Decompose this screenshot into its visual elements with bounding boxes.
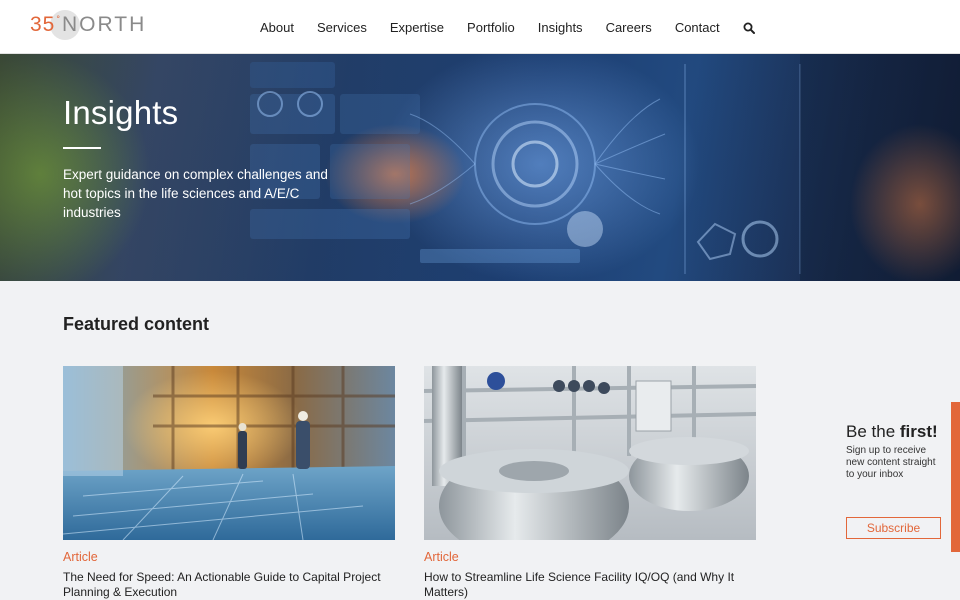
- site-header: 35 ° NORTH About Services Expertise Port…: [0, 0, 960, 54]
- logo-word: NORTH: [61, 13, 147, 36]
- page-title: Insights: [63, 94, 179, 131]
- nav-contact[interactable]: Contact: [675, 20, 720, 35]
- main-nav: About Services Expertise Portfolio Insig…: [260, 0, 755, 54]
- card-title-link[interactable]: The Need for Speed: An Actionable Guide …: [63, 570, 395, 600]
- subscribe-title-light: Be the: [846, 422, 896, 441]
- nav-expertise[interactable]: Expertise: [390, 20, 444, 35]
- nav-about[interactable]: About: [260, 20, 294, 35]
- featured-heading: Featured content: [63, 314, 209, 335]
- subscribe-button[interactable]: Subscribe: [846, 517, 941, 539]
- featured-card[interactable]: Article How to Streamline Life Science F…: [424, 366, 756, 600]
- search-icon[interactable]: [743, 21, 755, 34]
- nav-services[interactable]: Services: [317, 20, 367, 35]
- card-type-label: Article: [424, 550, 459, 564]
- page-subtitle: Expert guidance on complex challenges an…: [63, 167, 328, 220]
- subscribe-title: Be the first!: [846, 422, 946, 442]
- featured-card[interactable]: Article The Need for Speed: An Actionabl…: [63, 366, 395, 600]
- title-divider: [63, 147, 101, 149]
- nav-careers[interactable]: Careers: [606, 20, 652, 35]
- logo-number: 35: [30, 13, 56, 36]
- subscribe-accent-bar: [951, 402, 960, 552]
- featured-heading-light: Featured: [63, 314, 140, 334]
- card-title-link[interactable]: How to Streamline Life Science Facility …: [424, 570, 756, 600]
- card-type-label: Article: [63, 550, 98, 564]
- logo[interactable]: 35 ° NORTH: [30, 9, 146, 41]
- nav-portfolio[interactable]: Portfolio: [467, 20, 515, 35]
- subscribe-panel: Be the first! Sign up to receive new con…: [846, 422, 946, 539]
- card-image-tanks[interactable]: [424, 366, 756, 540]
- nav-insights[interactable]: Insights: [538, 20, 583, 35]
- subscribe-title-bold: first!: [899, 422, 938, 441]
- subscribe-description: Sign up to receive new content straight …: [846, 445, 936, 480]
- card-image-construction[interactable]: [63, 366, 395, 540]
- logo-degree: °: [56, 14, 60, 24]
- featured-heading-bold: content: [144, 314, 210, 334]
- hero-banner: Insights Expert guidance on complex chal…: [0, 54, 960, 281]
